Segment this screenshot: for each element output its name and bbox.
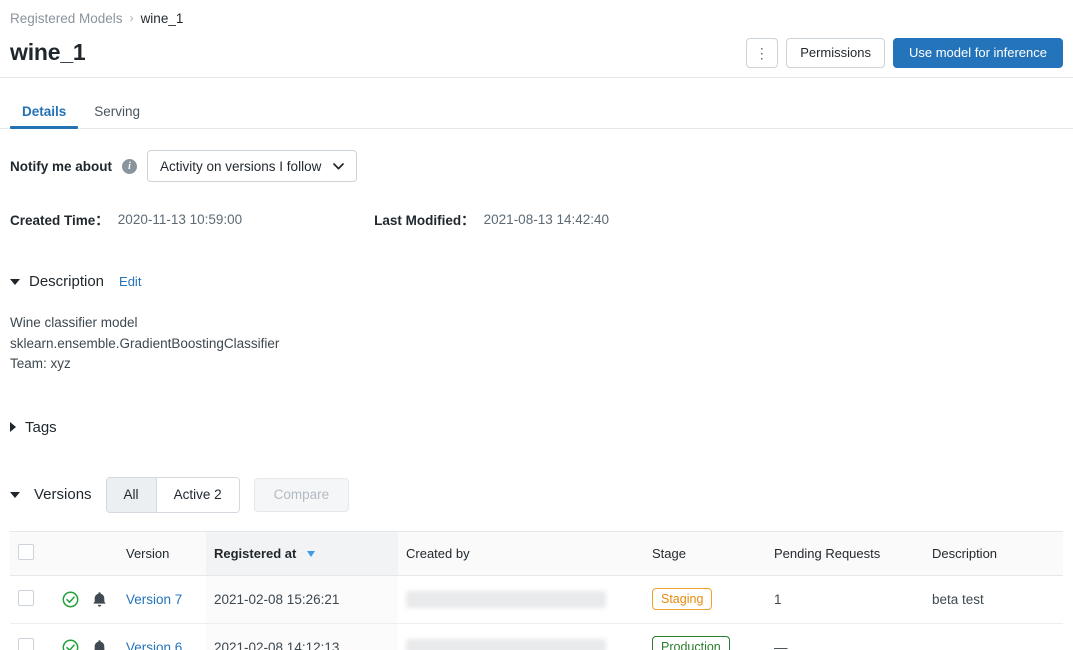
notification-header bbox=[84, 531, 118, 575]
row-pending-requests: — bbox=[766, 623, 924, 650]
versions-table-wrapper: Version Registered at Created by Stage P… bbox=[0, 531, 1073, 650]
column-header-stage[interactable]: Stage bbox=[644, 531, 766, 575]
notify-select[interactable]: Activity on versions I follow bbox=[147, 150, 357, 182]
created-time-value: 2020-11-13 10:59:00 bbox=[118, 212, 242, 227]
row-notification-cell bbox=[84, 623, 118, 650]
row-registered-at: 2021-02-08 14:12:13 bbox=[206, 623, 398, 650]
timestamps-row: Created Time： 2020-11-13 10:59:00 Last M… bbox=[0, 209, 1073, 229]
row-pending-requests: 1 bbox=[766, 575, 924, 623]
tags-title: Tags bbox=[25, 419, 57, 436]
breadcrumb-current: wine_1 bbox=[141, 11, 184, 26]
row-version-cell: Version 7 bbox=[118, 575, 206, 623]
versions-section-header: Versions All Active 2 Compare bbox=[0, 477, 1073, 513]
page-header: wine_1 ⋮ Permissions Use model for infer… bbox=[0, 28, 1073, 78]
caret-down-icon[interactable] bbox=[10, 492, 20, 498]
description-line-1: Wine classifier model bbox=[10, 313, 1063, 334]
versions-title: Versions bbox=[34, 486, 92, 503]
table-header-row: Version Registered at Created by Stage P… bbox=[10, 531, 1063, 575]
notify-label: Notify me about bbox=[10, 159, 112, 174]
column-header-created-by[interactable]: Created by bbox=[398, 531, 644, 575]
version-link[interactable]: Version 7 bbox=[126, 592, 182, 607]
row-registered-at: 2021-02-08 15:26:21 bbox=[206, 575, 398, 623]
select-all-checkbox[interactable] bbox=[18, 544, 34, 560]
versions-table: Version Registered at Created by Stage P… bbox=[10, 531, 1063, 650]
row-notification-cell bbox=[84, 575, 118, 623]
description-section-header: Description Edit bbox=[0, 273, 1073, 290]
row-select-cell bbox=[10, 575, 54, 623]
sort-descending-icon[interactable] bbox=[307, 551, 315, 557]
model-detail-page: Registered Models › wine_1 wine_1 ⋮ Perm… bbox=[0, 0, 1073, 650]
description-title: Description bbox=[29, 273, 104, 290]
table-row[interactable]: Version 7 2021-02-08 15:26:21 Staging 1 … bbox=[10, 575, 1063, 623]
tab-details[interactable]: Details bbox=[10, 104, 78, 128]
redacted-user-name bbox=[406, 639, 606, 650]
status-header bbox=[54, 531, 84, 575]
column-header-version[interactable]: Version bbox=[118, 531, 206, 575]
row-checkbox[interactable] bbox=[18, 638, 34, 650]
status-badge: Staging bbox=[652, 588, 712, 610]
tags-section-header[interactable]: Tags bbox=[0, 419, 1073, 436]
permissions-button[interactable]: Permissions bbox=[786, 38, 885, 68]
overflow-menu-button[interactable]: ⋮ bbox=[746, 38, 778, 68]
header-actions: ⋮ Permissions Use model for inference bbox=[746, 38, 1063, 68]
page-title: wine_1 bbox=[10, 39, 86, 66]
row-created-by bbox=[398, 575, 644, 623]
check-circle-icon bbox=[62, 639, 79, 650]
column-header-description[interactable]: Description bbox=[924, 531, 1063, 575]
select-all-header bbox=[10, 531, 54, 575]
caret-down-icon[interactable] bbox=[10, 279, 20, 285]
chevron-down-icon bbox=[333, 163, 344, 170]
caret-right-icon[interactable] bbox=[10, 422, 16, 432]
table-row[interactable]: Version 6 2021-02-08 14:12:13 Production… bbox=[10, 623, 1063, 650]
breadcrumb: Registered Models › wine_1 bbox=[0, 0, 1073, 28]
description-body: Wine classifier model sklearn.ensemble.G… bbox=[0, 313, 1073, 375]
check-circle-icon bbox=[62, 591, 79, 608]
use-model-for-inference-button[interactable]: Use model for inference bbox=[893, 38, 1063, 68]
versions-filter-group: All Active 2 bbox=[106, 477, 240, 513]
column-header-registered-at[interactable]: Registered at bbox=[206, 531, 398, 575]
filter-all-button[interactable]: All bbox=[107, 478, 156, 512]
description-line-2: sklearn.ensemble.GradientBoostingClassif… bbox=[10, 334, 1063, 355]
last-modified: Last Modified： 2021-08-13 14:42:40 bbox=[374, 209, 609, 229]
breadcrumb-parent-link[interactable]: Registered Models bbox=[10, 11, 123, 26]
notify-settings-row: Notify me about i Activity on versions I… bbox=[0, 150, 1073, 182]
bell-icon[interactable] bbox=[92, 591, 107, 608]
column-header-pending-requests[interactable]: Pending Requests bbox=[766, 531, 924, 575]
row-description bbox=[924, 623, 1063, 650]
row-version-cell: Version 6 bbox=[118, 623, 206, 650]
status-badge: Production bbox=[652, 636, 730, 650]
row-stage-cell: Production bbox=[644, 623, 766, 650]
filter-active-button[interactable]: Active 2 bbox=[156, 478, 239, 512]
redacted-user-name bbox=[406, 591, 606, 608]
created-time-label: Created Time： bbox=[10, 209, 109, 229]
tab-serving[interactable]: Serving bbox=[82, 104, 152, 128]
row-status-cell bbox=[54, 575, 84, 623]
description-line-3: Team: xyz bbox=[10, 354, 1063, 375]
row-created-by bbox=[398, 623, 644, 650]
compare-button[interactable]: Compare bbox=[254, 478, 350, 512]
version-link[interactable]: Version 6 bbox=[126, 640, 182, 650]
created-time: Created Time： 2020-11-13 10:59:00 bbox=[10, 209, 242, 229]
row-stage-cell: Staging bbox=[644, 575, 766, 623]
last-modified-label: Last Modified： bbox=[374, 209, 475, 229]
info-icon[interactable]: i bbox=[122, 159, 137, 174]
last-modified-value: 2021-08-13 14:42:40 bbox=[484, 212, 609, 227]
row-checkbox[interactable] bbox=[18, 590, 34, 606]
row-select-cell bbox=[10, 623, 54, 650]
edit-description-link[interactable]: Edit bbox=[119, 274, 141, 289]
bell-icon[interactable] bbox=[92, 639, 107, 650]
column-header-registered-at-label: Registered at bbox=[214, 546, 296, 561]
notify-select-value: Activity on versions I follow bbox=[160, 159, 321, 174]
row-status-cell bbox=[54, 623, 84, 650]
row-description: beta test bbox=[924, 575, 1063, 623]
breadcrumb-separator-icon: › bbox=[130, 11, 134, 25]
tab-bar: Details Serving bbox=[0, 89, 1073, 129]
